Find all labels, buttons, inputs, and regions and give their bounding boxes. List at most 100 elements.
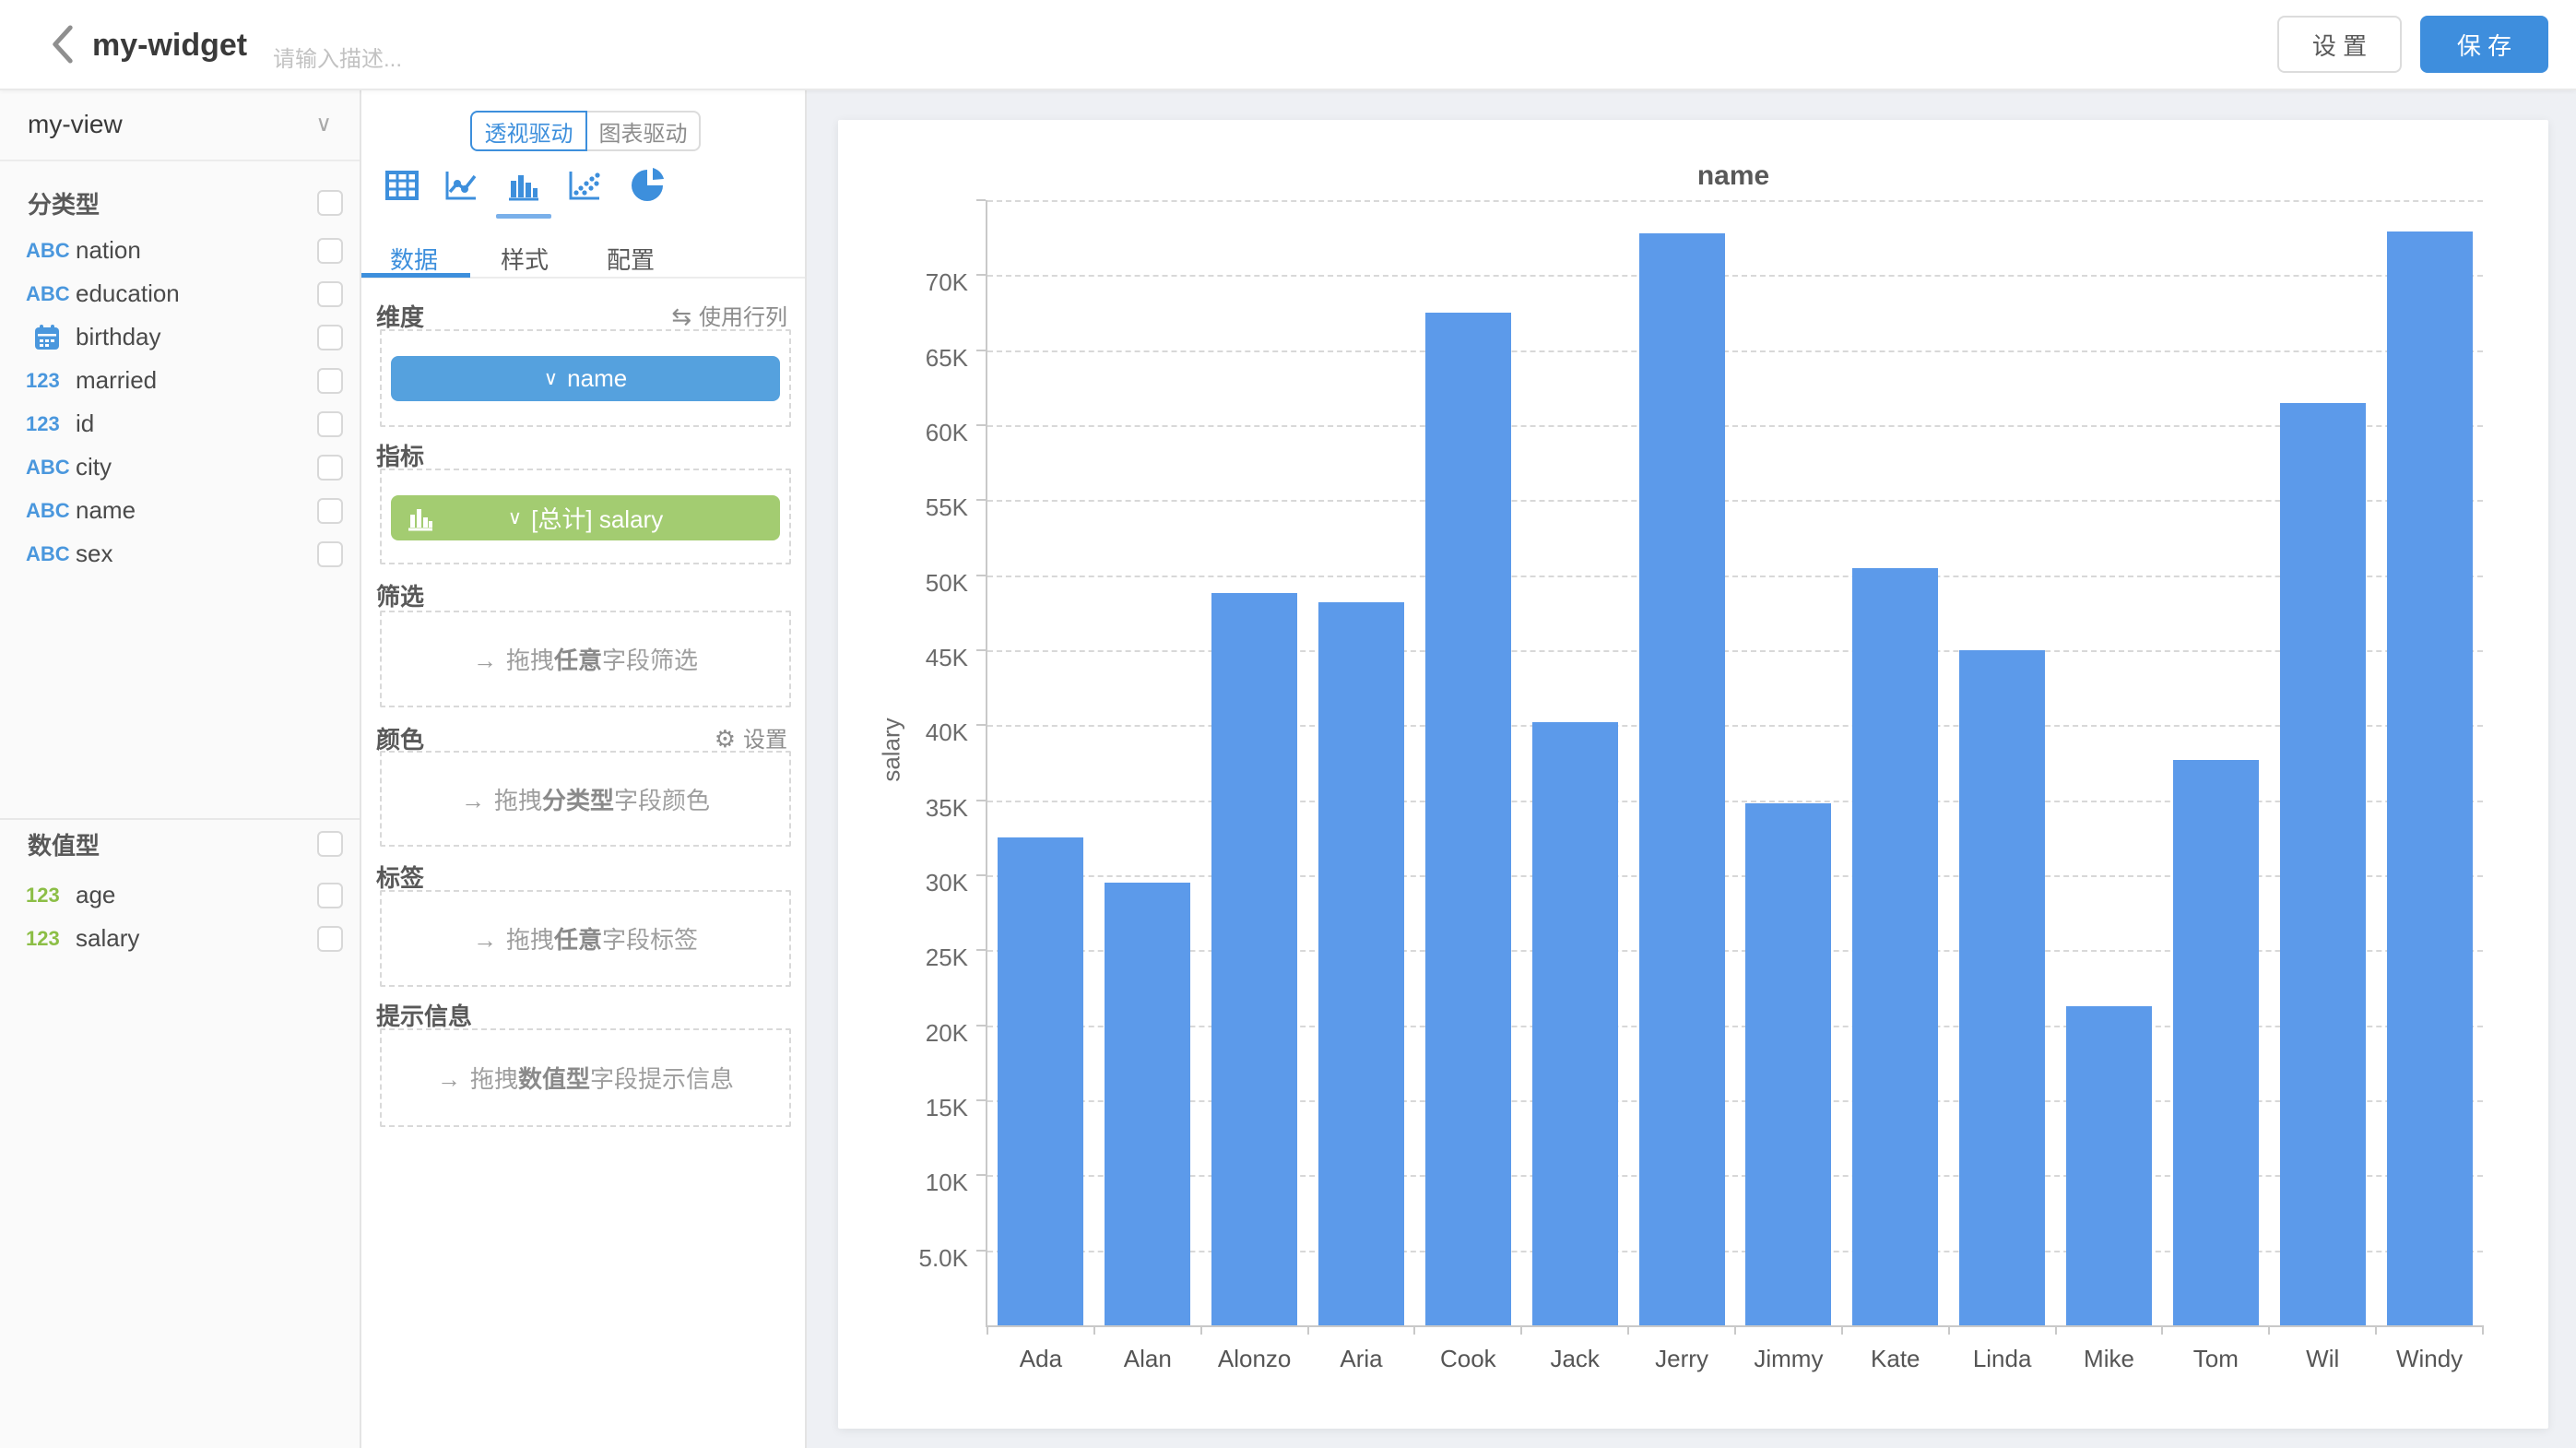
table-chart-icon[interactable] [384, 168, 419, 203]
sidebar-field-city[interactable]: ABCcity [0, 445, 360, 489]
field-checkbox[interactable] [317, 368, 343, 394]
swap-icon: ⇆ [671, 303, 691, 330]
x-tick-label-wil: Wil [2269, 1344, 2376, 1373]
tab-style[interactable]: 样式 [501, 242, 549, 276]
description-input[interactable]: 请输入描述... [273, 41, 402, 73]
categorical-section-label: 分类型 [28, 186, 100, 220]
bar-jimmy[interactable] [1745, 803, 1831, 1325]
y-tick-label: 15K [885, 1094, 968, 1122]
field-checkbox[interactable] [317, 455, 343, 481]
sidebar-field-id[interactable]: 123id [0, 402, 360, 445]
sidebar-field-name[interactable]: ABCname [0, 489, 360, 532]
numeric-section-header: 数值型 [0, 829, 360, 859]
widget-title: my-widget [92, 28, 247, 64]
bar-cook[interactable] [1425, 313, 1511, 1325]
bar-alonzo[interactable] [1211, 593, 1297, 1325]
gear-icon: ⚙ [715, 725, 736, 753]
filter-dropzone[interactable]: →拖拽任意字段筛选 [380, 611, 791, 707]
field-checkbox[interactable] [317, 883, 343, 908]
active-chart-type-indicator [496, 214, 551, 219]
bar-windy[interactable] [2387, 231, 2473, 1325]
dimension-pill-name[interactable]: ∨ name [391, 356, 780, 401]
y-tick-label: 35K [885, 794, 968, 822]
dimension-dropzone[interactable]: ∨ name [380, 329, 791, 427]
sidebar-field-age[interactable]: 123age [0, 873, 360, 917]
bar-mike[interactable] [2066, 1006, 2152, 1325]
tooltip-section-label: 提示信息 [376, 998, 472, 1032]
pivot-driven-button[interactable]: 透视驱动 [470, 111, 587, 151]
color-dropzone[interactable]: →拖拽分类型字段颜色 [380, 751, 791, 847]
x-tick-label-jerry: Jerry [1628, 1344, 1735, 1373]
label-dropzone[interactable]: →拖拽任意字段标签 [380, 890, 791, 987]
field-name: city [76, 453, 112, 481]
metric-pill-salary[interactable]: ∨ [总计] salary [391, 495, 780, 540]
field-type-badge: ABC [26, 499, 70, 523]
sidebar-field-sex[interactable]: ABCsex [0, 532, 360, 576]
tooltip-dropzone[interactable]: →拖拽数值型字段提示信息 [380, 1028, 791, 1127]
x-tick-label-jack: Jack [1521, 1344, 1628, 1373]
gridline-60k [987, 425, 2483, 427]
numeric-select-all-checkbox[interactable] [317, 831, 343, 857]
sidebar-field-salary[interactable]: 123salary [0, 917, 360, 960]
view-selector[interactable]: my-view ∨ [0, 89, 360, 161]
categorical-field-list: ABCnationABCeducationbirthday123married1… [0, 229, 360, 576]
tab-data[interactable]: 数据 [390, 242, 438, 276]
bar-jerry[interactable] [1639, 233, 1725, 1325]
sidebar-field-birthday[interactable]: birthday [0, 315, 360, 359]
bar-aria[interactable] [1318, 602, 1404, 1325]
scatter-chart-icon[interactable] [567, 168, 602, 203]
field-sidebar: my-view ∨ 分类型 ABCnationABCeducationbirth… [0, 89, 361, 1448]
chart-driven-button[interactable]: 图表驱动 [587, 111, 701, 151]
categorical-select-all-checkbox[interactable] [317, 190, 343, 216]
back-icon[interactable] [46, 23, 79, 65]
y-tick-label: 25K [885, 944, 968, 971]
sidebar-field-nation[interactable]: ABCnation [0, 229, 360, 272]
top-header: my-widget 请输入描述... 设 置 保 存 [0, 0, 2576, 90]
pie-chart-icon[interactable] [630, 168, 665, 203]
chart-config-panel: 透视驱动 图表驱动 数据 样式 配置 维度 ⇆使用行列 [361, 89, 807, 1448]
field-checkbox[interactable] [317, 411, 343, 437]
bar-alan[interactable] [1105, 883, 1190, 1325]
settings-button[interactable]: 设 置 [2277, 16, 2402, 73]
field-name: name [76, 496, 136, 525]
bar-wil[interactable] [2280, 403, 2366, 1325]
y-tick-label: 10K [885, 1169, 968, 1196]
bar-chart-icon[interactable] [506, 168, 541, 203]
gridline-50k [987, 576, 2483, 577]
field-checkbox[interactable] [317, 325, 343, 350]
field-checkbox[interactable] [317, 281, 343, 307]
widget-editor-page: my-widget 请输入描述... 设 置 保 存 my-view ∨ 分类型… [0, 0, 2576, 1448]
view-name: my-view [28, 110, 123, 139]
save-button[interactable]: 保 存 [2420, 16, 2548, 73]
filter-label: 筛选 [376, 578, 424, 612]
field-checkbox[interactable] [317, 238, 343, 264]
tab-config[interactable]: 配置 [607, 242, 655, 276]
field-type-badge: 123 [26, 927, 70, 951]
x-tick-label-alan: Alan [1094, 1344, 1201, 1373]
bar-tom[interactable] [2173, 760, 2259, 1325]
field-type-badge: ABC [26, 542, 70, 566]
color-drop-hint: →拖拽分类型字段颜色 [461, 782, 710, 816]
sidebar-field-married[interactable]: 123married [0, 359, 360, 402]
bar-kate[interactable] [1852, 568, 1938, 1325]
field-checkbox[interactable] [317, 926, 343, 952]
color-settings-link[interactable]: ⚙设置 [715, 721, 787, 754]
metric-dropzone[interactable]: ∨ [总计] salary [380, 469, 791, 564]
y-axis-tick [976, 199, 986, 201]
chevron-down-icon: ∨ [508, 506, 522, 529]
bar-linda[interactable] [1959, 650, 2045, 1325]
field-checkbox[interactable] [317, 498, 343, 524]
y-axis-tick [976, 424, 986, 426]
bar-jack[interactable] [1532, 722, 1618, 1325]
sidebar-field-education[interactable]: ABCeducation [0, 272, 360, 315]
x-axis-tick [987, 1325, 988, 1335]
line-chart-icon[interactable] [443, 168, 479, 203]
x-axis-tick [1627, 1325, 1629, 1335]
y-axis-tick [976, 949, 986, 951]
y-axis-tick [976, 499, 986, 501]
use-rows-cols-link[interactable]: ⇆使用行列 [671, 299, 787, 331]
bar-ada[interactable] [998, 837, 1083, 1325]
field-checkbox[interactable] [317, 541, 343, 567]
x-tick-label-jimmy: Jimmy [1735, 1344, 1842, 1373]
field-name: id [76, 409, 94, 438]
